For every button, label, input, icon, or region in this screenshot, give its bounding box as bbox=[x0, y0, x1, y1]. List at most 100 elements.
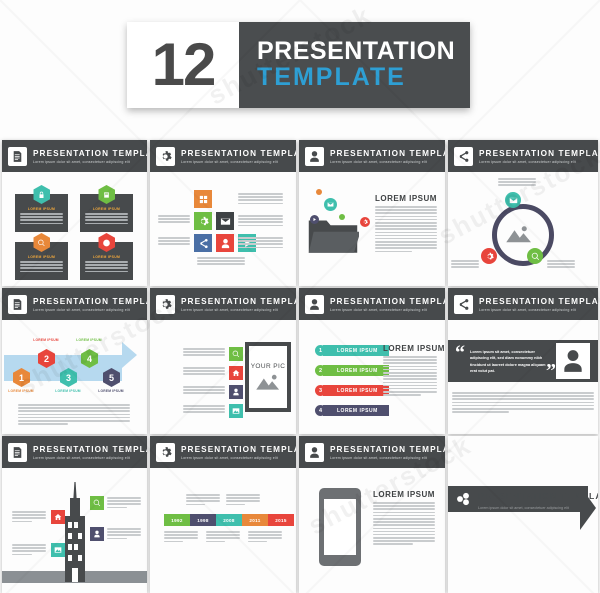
year-segment[interactable]: 1992 bbox=[164, 514, 190, 526]
smartphone-mockup[interactable] bbox=[319, 488, 361, 566]
share-icon bbox=[454, 294, 473, 314]
banner-title-line1: PRESENTATION bbox=[257, 37, 456, 66]
row-text-lines bbox=[183, 367, 225, 375]
mail-icon[interactable] bbox=[216, 212, 234, 230]
person-icon[interactable] bbox=[229, 385, 243, 399]
document-icon bbox=[8, 146, 27, 166]
slide-7[interactable]: PRESENTATION TEMPLATE Lorem ipsum dolor … bbox=[299, 288, 445, 434]
body-text-lines bbox=[373, 502, 435, 546]
person-icon[interactable] bbox=[216, 234, 234, 252]
slide-header: PRESENTATION TEMPLATE Lorem ipsum dolor … bbox=[2, 436, 147, 468]
slide-body bbox=[150, 172, 296, 286]
body-text-lines bbox=[383, 356, 437, 396]
year-segment[interactable]: 2015 bbox=[268, 514, 294, 526]
building-icon bbox=[65, 482, 85, 582]
phone-screen bbox=[324, 499, 356, 555]
section-heading: LOREM IPSUM bbox=[373, 490, 435, 499]
slide-title: PRESENTATION TEMPLATE bbox=[330, 148, 445, 158]
ribbon-bar[interactable]: LOREM IPSUM bbox=[323, 385, 389, 396]
body-text-lines bbox=[452, 392, 594, 413]
card-text-lines bbox=[20, 213, 63, 225]
banner-number: 12 bbox=[151, 31, 217, 98]
person-icon[interactable] bbox=[90, 527, 104, 541]
slide-body: LOREM IPSUM LOREM IPSUM LOREM IPSUM LORE… bbox=[2, 172, 147, 286]
grid-icon[interactable] bbox=[194, 190, 212, 208]
slide-5[interactable]: PRESENTATION TEMPLATE Lorem ipsum dolor … bbox=[2, 288, 147, 434]
marker-text-lines bbox=[12, 544, 46, 556]
slide-6[interactable]: PRESENTATION TEMPLATE Lorem ipsum dolor … bbox=[150, 288, 296, 434]
hex-card[interactable]: LOREM IPSUM bbox=[80, 233, 133, 280]
slide-1[interactable]: PRESENTATION TEMPLATE Lorem ipsum dolor … bbox=[2, 140, 147, 286]
play-icon[interactable] bbox=[310, 215, 319, 224]
row-text-lines bbox=[183, 405, 225, 413]
tile-text-lines bbox=[197, 257, 245, 265]
node-text-lines bbox=[547, 260, 575, 268]
slide-header: PRESENTATION TEMPLATE Lorem ipsum dolor … bbox=[448, 140, 598, 172]
dot-icon bbox=[316, 189, 322, 195]
slide-subtitle: Lorem ipsum dolor sit amet, consectetuer… bbox=[479, 307, 576, 312]
hex-card[interactable]: LOREM IPSUM bbox=[15, 233, 68, 280]
slide-9[interactable]: PRESENTATION TEMPLATE Lorem ipsum dolor … bbox=[2, 436, 147, 593]
slide-body: 1992 1998 2008 2011 2015 bbox=[150, 468, 296, 593]
home-icon[interactable] bbox=[51, 510, 65, 524]
tile-text-lines bbox=[158, 215, 190, 223]
tile-text-lines bbox=[238, 193, 283, 205]
year-segment[interactable]: 2008 bbox=[216, 514, 242, 526]
gear-icon[interactable] bbox=[481, 248, 497, 264]
picture-placeholder[interactable]: YOUR PIC bbox=[245, 342, 291, 412]
slide-3[interactable]: PRESENTATION TEMPLATE Lorem ipsum dolor … bbox=[299, 140, 445, 286]
slide-body: LOREM IPSUM bbox=[299, 468, 445, 593]
tile-text-lines bbox=[238, 215, 283, 227]
slide-subtitle: Lorem ipsum dolor sit amet, consectetuer… bbox=[478, 506, 569, 510]
slide-title: PRESENTATION TEMPLATE bbox=[330, 296, 445, 306]
mail-icon[interactable] bbox=[505, 192, 521, 208]
slide-subtitle: Lorem ipsum dolor sit amet, consectetuer… bbox=[33, 307, 130, 312]
slide-body: “ Lorem ipsum sit amet, consectetuer adi… bbox=[448, 320, 598, 434]
slide-header: PRESENTATION TEMPLATE Lorem ipsum dolor … bbox=[299, 288, 445, 320]
banner-title-line2: TEMPLATE bbox=[257, 63, 406, 92]
slide-header: PRESENTATION TEMPLATE Lorem ipsum dolor … bbox=[299, 140, 445, 172]
home-icon[interactable] bbox=[229, 366, 243, 380]
card-label: LOREM IPSUM bbox=[27, 207, 56, 211]
slide-11[interactable]: PRESENTATION TEMPLATE Lorem ipsum dolor … bbox=[299, 436, 445, 593]
ribbon-bar[interactable]: LOREM IPSUM bbox=[323, 405, 389, 416]
slide-4[interactable]: PRESENTATION TEMPLATE Lorem ipsum dolor … bbox=[448, 140, 598, 286]
ribbon-bar[interactable]: LOREM IPSUM bbox=[323, 345, 389, 356]
image-icon bbox=[256, 374, 280, 390]
slide-12[interactable]: PRESENTATION TEMPLATE Lorem ipsum dolor … bbox=[448, 436, 598, 593]
search-icon[interactable] bbox=[229, 347, 243, 361]
slide-title: PRESENTATION TEMPLATE bbox=[33, 296, 147, 306]
search-icon[interactable] bbox=[90, 496, 104, 510]
ribbon-bar[interactable]: LOREM IPSUM bbox=[323, 365, 389, 376]
hex-card[interactable]: LOREM IPSUM bbox=[15, 185, 68, 232]
slide-title: PRESENTATION TEMPLATE bbox=[181, 148, 296, 158]
row-text-lines bbox=[183, 386, 225, 394]
card-label: LOREM IPSUM bbox=[92, 207, 121, 211]
year-segment[interactable]: 2011 bbox=[242, 514, 268, 526]
card-label: LOREM IPSUM bbox=[27, 255, 56, 259]
quote-mark-open: “ bbox=[455, 342, 465, 364]
tile-text-lines bbox=[238, 237, 283, 249]
slide-subtitle: Lorem ipsum dolor sit amet, consectetuer… bbox=[330, 307, 427, 312]
year-segment[interactable]: 1998 bbox=[190, 514, 216, 526]
slide-10[interactable]: PRESENTATION TEMPLATE Lorem ipsum dolor … bbox=[150, 436, 296, 593]
image-icon[interactable] bbox=[51, 543, 65, 557]
arrow-head bbox=[122, 342, 137, 368]
section-heading: LOREM IPSUM bbox=[383, 344, 445, 353]
gear-icon[interactable] bbox=[194, 212, 212, 230]
hex-card[interactable]: LOREM IPSUM bbox=[80, 185, 133, 232]
mail-icon[interactable] bbox=[324, 198, 337, 211]
slide-title: PRESENTATION TEMPLATE bbox=[33, 444, 147, 454]
person-icon bbox=[305, 294, 324, 314]
gear-icon[interactable] bbox=[360, 217, 370, 227]
share-icon[interactable] bbox=[194, 234, 212, 252]
node-text-lines bbox=[451, 260, 479, 268]
search-icon[interactable] bbox=[527, 248, 543, 264]
slide-title: PRESENTATION TEMPLATE bbox=[181, 444, 296, 454]
slide-8[interactable]: PRESENTATION TEMPLATE Lorem ipsum dolor … bbox=[448, 288, 598, 434]
slide-2[interactable]: PRESENTATION TEMPLATE Lorem ipsum dolor … bbox=[150, 140, 296, 286]
slide-header: PRESENTATION TEMPLATE Lorem ipsum dolor … bbox=[2, 140, 147, 172]
image-icon[interactable] bbox=[229, 404, 243, 418]
slide-body: PRESENTATION TEMPLATE Lorem ipsum dolor … bbox=[448, 436, 598, 593]
slide-subtitle: Lorem ipsum dolor sit amet, consectetuer… bbox=[33, 455, 130, 460]
